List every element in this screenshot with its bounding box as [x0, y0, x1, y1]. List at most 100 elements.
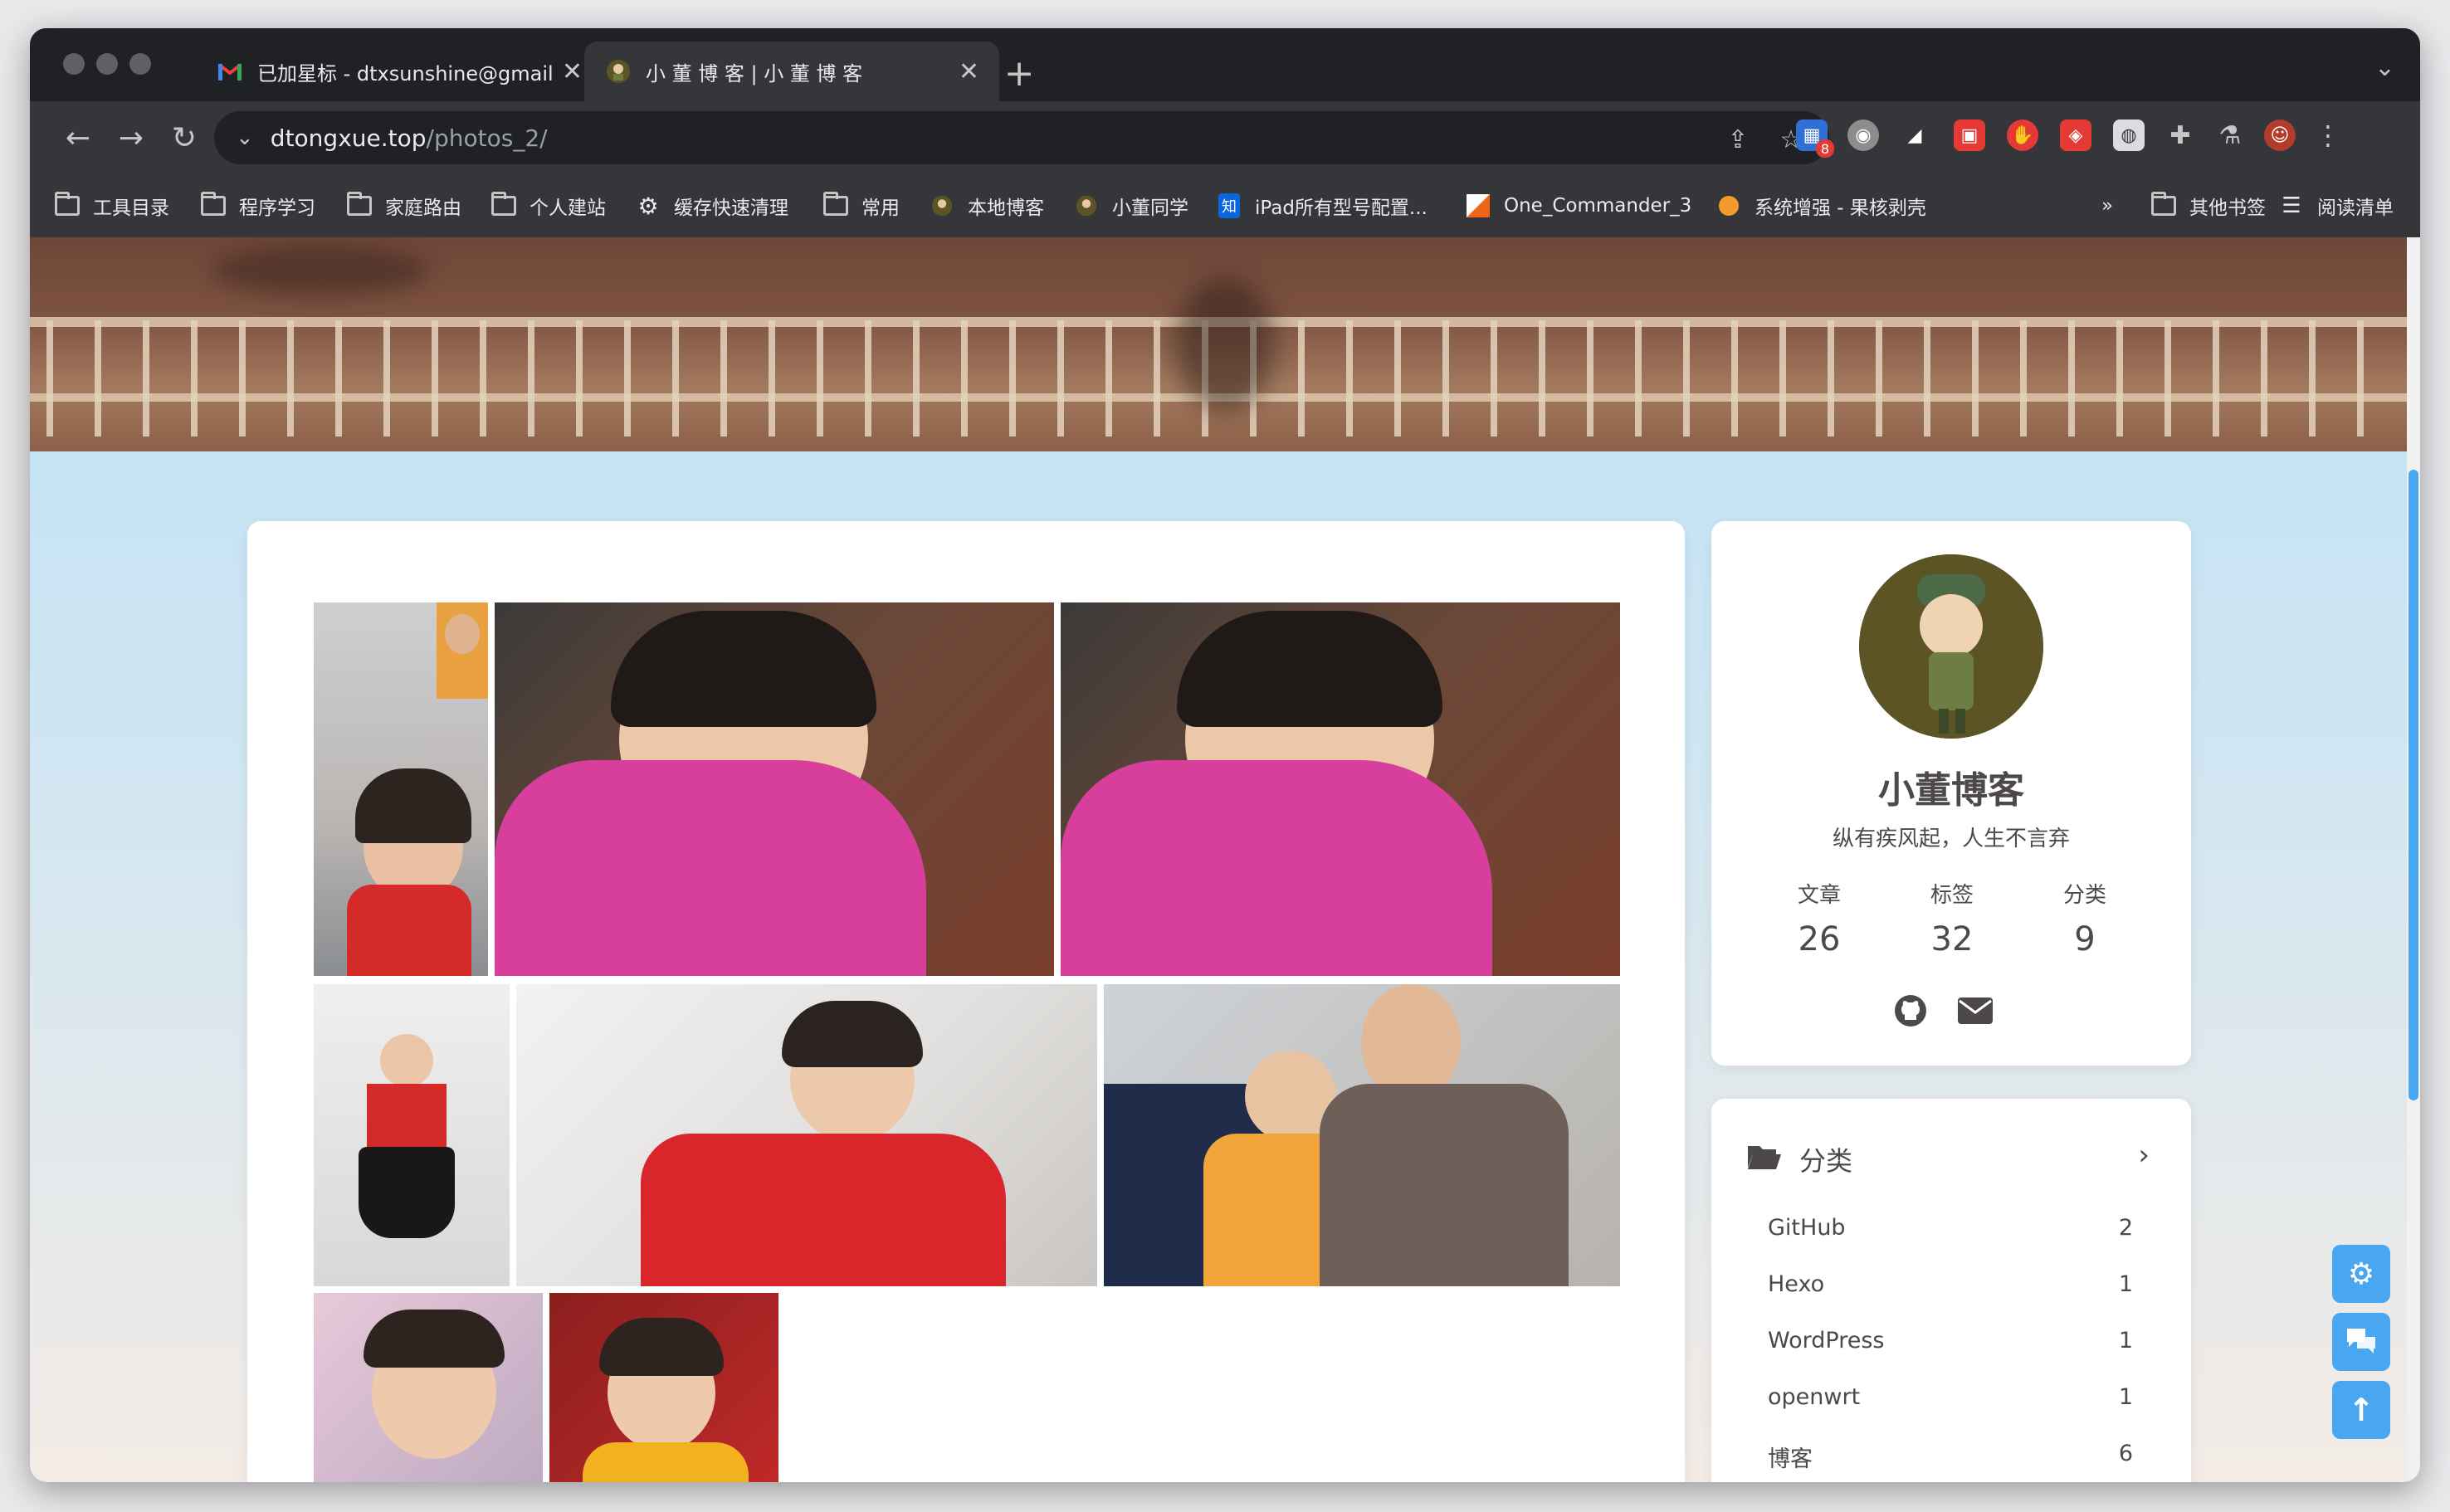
banner-baluster [287, 320, 294, 437]
category-item[interactable]: openwrt 1 [1768, 1384, 2133, 1410]
gallery-photo[interactable] [1061, 602, 1620, 976]
author-profile-card: 小董博客 纵有疾风起，人生不言弃 文章 26 标签 32 分类 9 [1711, 521, 2191, 1066]
address-bar[interactable]: ⌄ dtongxue.top/photos_2/ ⇪ ☆ [214, 111, 1829, 164]
page-scrollbar[interactable] [2407, 237, 2420, 1482]
bookmark-item[interactable]: 小董同学 [1072, 191, 1188, 221]
gear-icon: ⚙ [637, 192, 659, 220]
chevron-right-icon[interactable]: › [2138, 1139, 2150, 1172]
tab-title: 已加星标 - dtxsunshine@gmail. [257, 61, 552, 85]
gallery-photo[interactable] [549, 1293, 778, 1482]
scrollbar-thumb[interactable] [2409, 470, 2418, 1100]
bookmark-item[interactable]: One_Commander_3 [1464, 191, 1691, 221]
banner-baluster [720, 320, 727, 437]
shield-extension-icon[interactable]: ◈ [2060, 119, 2091, 151]
tab-title: 小 董 博 客 | 小 董 博 客 [646, 61, 863, 85]
bookmark-item[interactable]: 个人建站 [490, 191, 606, 221]
gallery-photo[interactable] [495, 602, 1054, 976]
header-banner-image [30, 237, 2407, 451]
bookmark-item[interactable]: 程序学习 [199, 191, 315, 221]
settings-button[interactable]: ⚙ [2332, 1245, 2390, 1303]
tab-blog[interactable]: 小 董 博 客 | 小 董 博 客 ✕ [584, 41, 999, 101]
banner-baluster [2164, 320, 2171, 437]
chevron-down-icon[interactable]: ⌄ [2374, 53, 2395, 82]
banner-baluster [528, 320, 534, 437]
close-icon[interactable]: ✕ [959, 57, 979, 86]
chevron-down-icon[interactable]: ⌄ [236, 125, 254, 150]
reading-list[interactable]: ☰ 阅读清单 [2277, 191, 2394, 221]
banner-baluster [480, 320, 486, 437]
avatar[interactable]: ☺ [2264, 119, 2296, 151]
gear-icon: ⚙ [2347, 1256, 2375, 1291]
banner-baluster [1587, 320, 1593, 437]
new-tab-button[interactable]: + [996, 50, 1042, 96]
photo-gallery-card [247, 521, 1685, 1482]
stat-categories[interactable]: 分类 9 [2027, 878, 2143, 958]
bookmark-item[interactable]: ⚙ 缓存快速清理 [634, 191, 788, 221]
banner-baluster [576, 320, 583, 437]
banner-baluster [191, 320, 198, 437]
reload-button[interactable]: ↻ [164, 118, 204, 158]
email-icon[interactable] [1957, 993, 1994, 1029]
share-icon[interactable]: ⇪ [1721, 123, 1755, 156]
gallery-photo[interactable] [314, 984, 510, 1286]
red-extension-icon[interactable]: ▣ [1954, 119, 1985, 151]
category-item[interactable]: 博客 6 [1768, 1441, 2133, 1473]
category-item[interactable]: Hexo 1 [1768, 1271, 2133, 1297]
zhihu-icon: 知 [1215, 193, 1243, 218]
bookmarks-overflow-button[interactable]: » [2101, 191, 2113, 221]
bookmark-item[interactable]: 家庭路由 [345, 191, 461, 221]
stat-articles[interactable]: 文章 26 [1761, 878, 1877, 958]
flask-icon[interactable]: ⚗ [2214, 119, 2246, 151]
category-item[interactable]: GitHub 2 [1768, 1215, 2133, 1241]
window-close-button[interactable] [63, 53, 85, 75]
banner-baluster [624, 320, 631, 437]
folder-icon [822, 192, 850, 217]
gallery-photo[interactable] [1104, 984, 1620, 1286]
bookmark-item[interactable]: 常用 [822, 191, 900, 221]
comments-button[interactable] [2332, 1313, 2390, 1371]
extension-grid-icon[interactable]: ▦ 8 [1796, 119, 1834, 158]
banner-baluster [1635, 320, 1642, 437]
bookmark-item[interactable]: 本地博客 [928, 191, 1044, 221]
banner-baluster [1491, 320, 1497, 437]
banner-baluster [143, 320, 149, 437]
stat-tags[interactable]: 标签 32 [1894, 878, 2010, 958]
bookmark-item[interactable]: 系统增强 - 果核剥壳 [1715, 191, 1926, 221]
ghost-extension-icon[interactable]: ◍ [2113, 119, 2145, 151]
banner-baluster [2213, 320, 2219, 437]
avatar[interactable] [1859, 554, 2043, 739]
menu-icon[interactable]: ⋮ [2312, 119, 2344, 151]
browser-window: 已加星标 - dtxsunshine@gmail. ✕ 小 董 博 客 | 小 … [30, 28, 2420, 1482]
tab-gmail[interactable]: 已加星标 - dtxsunshine@gmail. ✕ [196, 41, 603, 101]
window-zoom-button[interactable] [129, 53, 151, 75]
category-item[interactable]: WordPress 1 [1768, 1328, 2133, 1353]
back-button[interactable]: ← [58, 118, 98, 158]
gallery-photo[interactable] [516, 984, 1097, 1286]
window-minimize-button[interactable] [96, 53, 118, 75]
gallery-photo[interactable] [314, 1293, 543, 1482]
banner-baluster [335, 320, 342, 437]
tab-strip: 已加星标 - dtxsunshine@gmail. ✕ 小 董 博 客 | 小 … [30, 28, 2420, 101]
banner-baluster [383, 320, 390, 437]
banner-baluster [2020, 320, 2027, 437]
back-to-top-button[interactable]: ↑ [2332, 1381, 2390, 1439]
banner-baluster [1683, 320, 1690, 437]
github-icon[interactable] [1892, 993, 1929, 1029]
banner-baluster [2116, 320, 2123, 437]
owl-extension-icon[interactable]: ◉ [1847, 119, 1879, 151]
banner-baluster [817, 320, 823, 437]
folder-icon [2150, 192, 2178, 217]
gallery-photo[interactable] [314, 602, 488, 976]
other-bookmarks[interactable]: 其他书签 [2150, 191, 2266, 221]
banner-baluster [1442, 320, 1449, 437]
close-icon[interactable]: ✕ [562, 57, 583, 86]
forward-button[interactable]: → [111, 118, 151, 158]
banner-baluster [95, 320, 101, 437]
bookmark-item[interactable]: 工具目录 [53, 191, 169, 221]
puzzle-icon[interactable]: ✚ [2164, 119, 2196, 151]
banner-baluster [2068, 320, 2075, 437]
speedometer-extension-icon[interactable]: ◢ [1899, 119, 1930, 151]
folder-icon [345, 192, 373, 217]
hand-extension-icon[interactable]: ✋ [2007, 119, 2038, 151]
bookmark-item[interactable]: 知 iPad所有型号配置... [1215, 191, 1428, 221]
